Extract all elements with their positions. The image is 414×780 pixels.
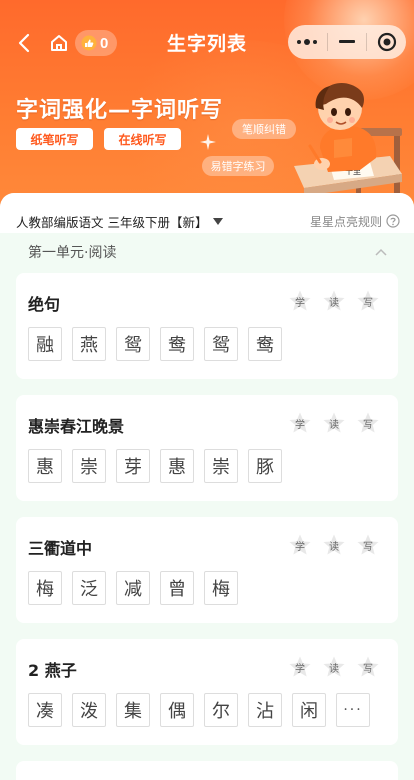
character-cell[interactable]: 梅 bbox=[204, 571, 238, 605]
character-cell[interactable]: 崇 bbox=[72, 449, 106, 483]
online-dictation-button[interactable]: 在线听写 bbox=[104, 128, 181, 150]
thumbs-up-icon bbox=[81, 35, 97, 51]
star-learn-icon: 学 bbox=[288, 411, 312, 435]
book-name: 人教部编版语文 三年级下册【新】 bbox=[16, 214, 208, 230]
character-grid: 梅 泛 减 曾 梅 bbox=[28, 571, 238, 605]
chevron-left-icon bbox=[18, 33, 30, 53]
character-grid: 融 燕 鸳 鸯 鸳 鸯 bbox=[28, 327, 282, 361]
lesson-card[interactable]: 三衢道中 学 读 写 梅 泛 减 曾 梅 bbox=[16, 517, 398, 623]
unit-title: 第一单元·阅读 bbox=[28, 245, 117, 261]
lesson-title: 惠崇春江晚景 bbox=[28, 417, 125, 436]
character-cell[interactable]: 泛 bbox=[72, 571, 106, 605]
home-button[interactable] bbox=[47, 30, 71, 56]
character-cell[interactable]: 梅 bbox=[28, 571, 62, 605]
chevron-up-icon bbox=[375, 248, 387, 256]
character-grid: 惠 崇 芽 惠 崇 豚 bbox=[28, 449, 282, 483]
unit-header[interactable]: 第一单元·阅读 bbox=[28, 241, 388, 263]
character-cell[interactable]: 鸳 bbox=[204, 327, 238, 361]
star-status: 学 读 写 bbox=[288, 533, 380, 557]
lesson-card-partial[interactable] bbox=[16, 761, 398, 780]
mini-program-capsule bbox=[288, 25, 406, 59]
character-cell[interactable]: 凑 bbox=[28, 693, 62, 727]
coin-counter[interactable]: 0 bbox=[75, 30, 117, 56]
star-write-icon: 写 bbox=[356, 533, 380, 557]
content-panel: 人教部编版语文 三年级下册【新】 星星点亮规则 第一单元·阅读 绝句 学 读 写… bbox=[0, 193, 414, 780]
character-cell[interactable]: 崇 bbox=[204, 449, 238, 483]
coin-count: 0 bbox=[100, 34, 109, 52]
character-cell[interactable]: 集 bbox=[116, 693, 150, 727]
character-cell[interactable]: 尔 bbox=[204, 693, 238, 727]
character-cell[interactable]: 惠 bbox=[160, 449, 194, 483]
character-cell[interactable]: 闲 bbox=[292, 693, 326, 727]
star-status: 学 读 写 bbox=[288, 289, 380, 313]
star-write-icon: 写 bbox=[356, 655, 380, 679]
character-cell[interactable]: 芽 bbox=[116, 449, 150, 483]
lesson-card[interactable]: 绝句 学 读 写 融 燕 鸳 鸯 鸳 鸯 bbox=[16, 273, 398, 379]
star-read-icon: 读 bbox=[322, 411, 346, 435]
star-read-icon: 读 bbox=[322, 533, 346, 557]
help-circle-icon bbox=[386, 214, 400, 228]
character-cell[interactable]: 泼 bbox=[72, 693, 106, 727]
more-characters-button[interactable]: ··· bbox=[336, 693, 370, 727]
character-cell[interactable]: 鸳 bbox=[116, 327, 150, 361]
target-close-icon bbox=[377, 32, 396, 52]
home-icon bbox=[51, 35, 67, 51]
character-cell[interactable]: 减 bbox=[116, 571, 150, 605]
page-title: 生字列表 bbox=[166, 33, 247, 55]
star-learn-icon: 学 bbox=[288, 655, 312, 679]
star-write-icon: 写 bbox=[356, 411, 380, 435]
character-cell[interactable]: 曾 bbox=[160, 571, 194, 605]
close-button[interactable] bbox=[367, 25, 406, 59]
back-button[interactable] bbox=[12, 29, 36, 57]
character-cell[interactable]: 惠 bbox=[28, 449, 62, 483]
lesson-title: 三衢道中 bbox=[28, 539, 93, 558]
lesson-title: 2 燕子 bbox=[28, 661, 77, 680]
character-cell[interactable]: 豚 bbox=[248, 449, 282, 483]
character-grid: 凑 泼 集 偶 尔 沾 闲 ··· bbox=[28, 693, 370, 727]
star-learn-icon: 学 bbox=[288, 289, 312, 313]
character-cell[interactable]: 鸯 bbox=[160, 327, 194, 361]
nav-bar: 0 生字列表 bbox=[0, 25, 414, 61]
star-read-icon: 读 bbox=[322, 655, 346, 679]
banner-title: 字词强化—字词听写 bbox=[16, 98, 224, 123]
tag-stroke-correction: 笔顺纠错 bbox=[232, 119, 296, 139]
tag-error-practice: 易错字练习 bbox=[202, 156, 274, 176]
hero-banner: 0 生字列表 字词强化—字词听写 纸笔听写 在线听写 笔顺纠错 易错字练习 十里 bbox=[0, 0, 414, 215]
lesson-card[interactable]: 惠崇春江晚景 学 读 写 惠 崇 芽 惠 崇 豚 bbox=[16, 395, 398, 501]
character-cell[interactable]: 鸯 bbox=[248, 327, 282, 361]
character-cell[interactable]: 燕 bbox=[72, 327, 106, 361]
star-read-icon: 读 bbox=[322, 289, 346, 313]
star-learn-icon: 学 bbox=[288, 533, 312, 557]
character-cell[interactable]: 沾 bbox=[248, 693, 282, 727]
star-rule-link[interactable]: 星星点亮规则 bbox=[310, 213, 400, 230]
minimize-button[interactable] bbox=[328, 25, 367, 59]
lesson-title: 绝句 bbox=[28, 295, 61, 314]
character-cell[interactable]: 偶 bbox=[160, 693, 194, 727]
more-dots-icon bbox=[297, 39, 318, 45]
star-rule-label: 星星点亮规则 bbox=[309, 214, 382, 229]
minus-icon bbox=[339, 40, 355, 43]
character-cell[interactable]: 融 bbox=[28, 327, 62, 361]
caret-down-icon bbox=[213, 217, 224, 225]
student-writing-illustration: 十里 bbox=[294, 83, 402, 196]
book-selector[interactable]: 人教部编版语文 三年级下册【新】 星星点亮规则 bbox=[16, 211, 400, 231]
paper-dictation-button[interactable]: 纸笔听写 bbox=[16, 128, 93, 150]
star-status: 学 读 写 bbox=[288, 411, 380, 435]
more-button[interactable] bbox=[288, 25, 327, 59]
lesson-card[interactable]: 2 燕子 学 读 写 凑 泼 集 偶 尔 沾 闲 ··· bbox=[16, 639, 398, 745]
sparkle-icon bbox=[200, 134, 216, 150]
star-status: 学 读 写 bbox=[288, 655, 380, 679]
star-write-icon: 写 bbox=[356, 289, 380, 313]
